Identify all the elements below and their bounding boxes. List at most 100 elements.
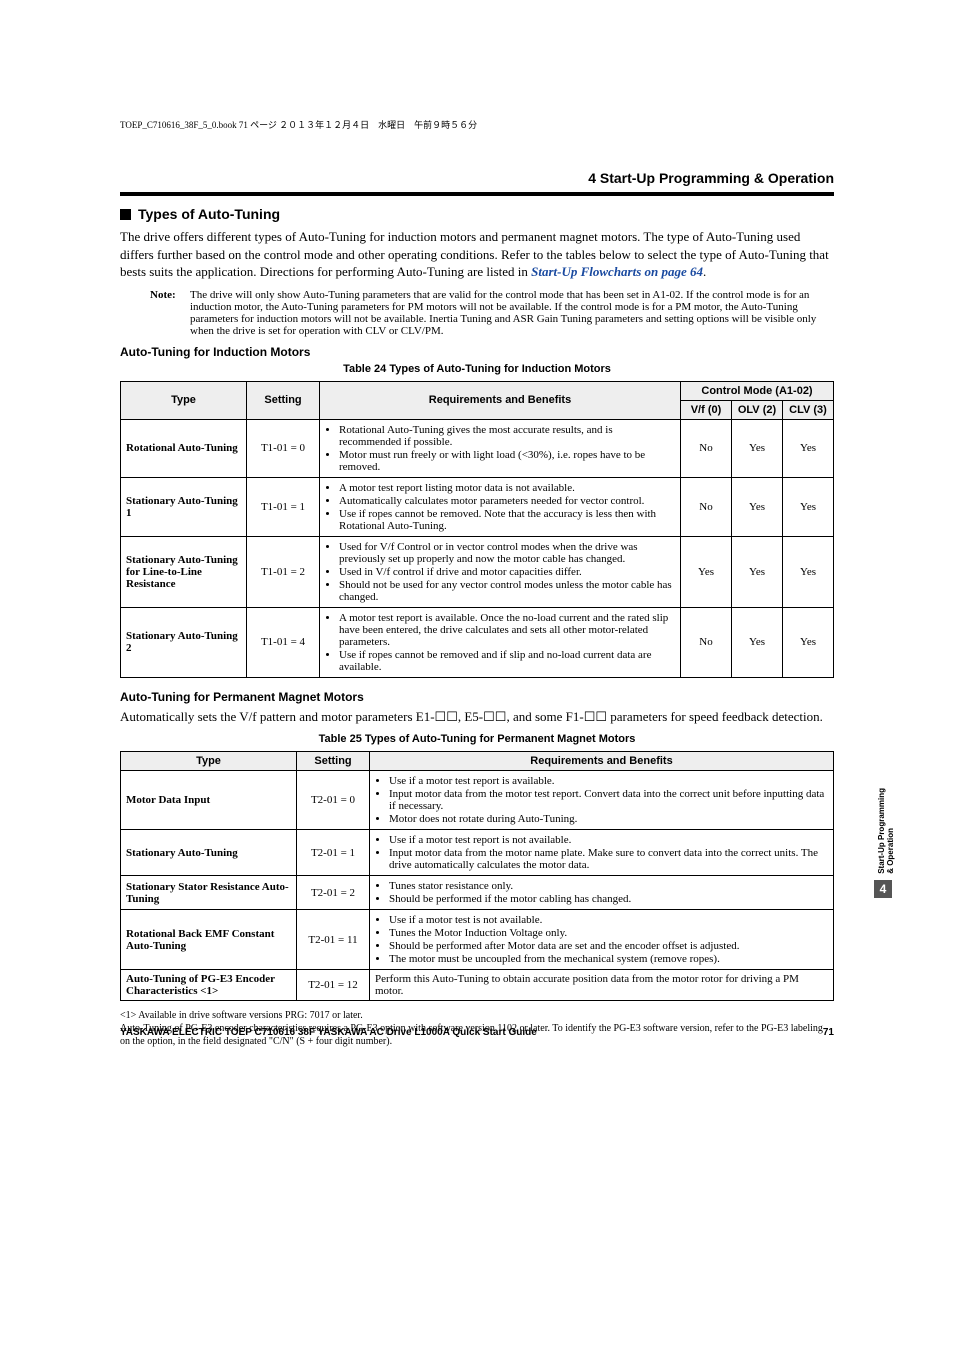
- col-type: Type: [121, 381, 247, 419]
- cell-setting: T2-01 = 12: [297, 970, 370, 1001]
- cell-type: Stationary Auto-Tuning 1: [121, 477, 247, 536]
- cell-setting: T1-01 = 4: [247, 607, 320, 677]
- col-olv: OLV (2): [732, 400, 783, 419]
- induction-heading: Auto-Tuning for Induction Motors: [120, 345, 834, 359]
- list-item: The motor must be uncoupled from the mec…: [389, 953, 828, 965]
- section-header: 4 Start-Up Programming & Operation: [120, 170, 834, 192]
- cell-requirements: Use if a motor test report is not availa…: [370, 830, 834, 876]
- list-item: Use if ropes cannot be removed. Note tha…: [339, 508, 675, 532]
- footer-left-text: YASKAWA ELECTRIC TOEP C710616 38F YASKAW…: [120, 1027, 537, 1038]
- col-vf: V/f (0): [681, 400, 732, 419]
- list-item: Should not be used for any vector contro…: [339, 579, 675, 603]
- cell-clv: Yes: [783, 419, 834, 477]
- list-item: Use if a motor test report is not availa…: [389, 834, 828, 846]
- cell-requirements: Rotational Auto-Tuning gives the most ac…: [320, 419, 681, 477]
- list-item: Use if a motor test report is available.: [389, 775, 828, 787]
- cell-setting: T2-01 = 2: [297, 876, 370, 910]
- list-item: Tunes stator resistance only.: [389, 880, 828, 892]
- cell-setting: T1-01 = 1: [247, 477, 320, 536]
- cell-setting: T1-01 = 2: [247, 536, 320, 607]
- cell-vf: No: [681, 419, 732, 477]
- col-control-mode: Control Mode (A1-02): [681, 381, 834, 400]
- cell-vf: Yes: [681, 536, 732, 607]
- cell-vf: No: [681, 607, 732, 677]
- note-row: Note: The drive will only show Auto-Tuni…: [150, 289, 834, 337]
- header-rule: [120, 192, 834, 196]
- cell-type: Stationary Auto-Tuning: [121, 830, 297, 876]
- startup-flowcharts-link[interactable]: Start-Up Flowcharts on page 64: [531, 264, 703, 279]
- cell-type: Auto-Tuning of PG-E3 Encoder Characteris…: [121, 970, 297, 1001]
- sidebar-label: Start-Up Programming& Operation: [878, 788, 896, 874]
- table-row: Stationary Auto-Tuning for Line-to-Line …: [121, 536, 834, 607]
- list-item: Used for V/f Control or in vector contro…: [339, 541, 675, 565]
- cell-clv: Yes: [783, 536, 834, 607]
- list-item: Input motor data from the motor test rep…: [389, 788, 828, 812]
- cell-olv: Yes: [732, 536, 783, 607]
- list-item: Motor does not rotate during Auto-Tuning…: [389, 813, 828, 825]
- list-item: A motor test report listing motor data i…: [339, 482, 675, 494]
- list-item: Should be performed after Motor data are…: [389, 940, 828, 952]
- cell-type: Stationary Stator Resistance Auto-Tuning: [121, 876, 297, 910]
- list-item: Should be performed if the motor cabling…: [389, 893, 828, 905]
- list-item: Motor must run freely or with light load…: [339, 449, 675, 473]
- cell-requirements: A motor test report listing motor data i…: [320, 477, 681, 536]
- table-row: Stationary Auto-Tuning 2T1-01 = 4 A motor…: [121, 607, 834, 677]
- col-setting: Setting: [247, 381, 320, 419]
- cell-requirements: Used for V/f Control or in vector contro…: [320, 536, 681, 607]
- book-header-line: TOEP_C710616_38F_5_0.book 71 ページ ２０１３年１２…: [120, 118, 477, 131]
- pm-table: Type Setting Requirements and Benefits M…: [120, 751, 834, 1001]
- page-footer: YASKAWA ELECTRIC TOEP C710616 38F YASKAW…: [120, 1027, 834, 1038]
- cell-requirements: A motor test report is available. Once t…: [320, 607, 681, 677]
- table-row: Rotational Back EMF Constant Auto-Tuning…: [121, 910, 834, 970]
- cell-olv: Yes: [732, 477, 783, 536]
- footer-left: YASKAWA ELECTRIC TOEP C710616 38F YASKAW…: [120, 1027, 537, 1038]
- list-item: Use if a motor test is not available.: [389, 914, 828, 926]
- cell-clv: Yes: [783, 607, 834, 677]
- types-subtitle-row: Types of Auto-Tuning: [120, 206, 834, 222]
- list-item: Automatically calculates motor parameter…: [339, 495, 675, 507]
- cell-setting: T2-01 = 1: [297, 830, 370, 876]
- cell-type: Motor Data Input: [121, 771, 297, 830]
- list-item: Use if ropes cannot be removed and if sl…: [339, 649, 675, 673]
- cell-requirements: Use if a motor test is not available.Tun…: [370, 910, 834, 970]
- cell-requirements: Perform this Auto-Tuning to obtain accur…: [370, 970, 834, 1001]
- list-item: A motor test report is available. Once t…: [339, 612, 675, 648]
- square-bullet-icon: [120, 209, 131, 220]
- table-row: Auto-Tuning of PG-E3 Encoder Characteris…: [121, 970, 834, 1001]
- col-clv: CLV (3): [783, 400, 834, 419]
- cell-vf: No: [681, 477, 732, 536]
- list-item: Tunes the Motor Induction Voltage only.: [389, 927, 828, 939]
- note-text: The drive will only show Auto-Tuning par…: [190, 289, 834, 337]
- induction-table: Type Setting Requirements and Benefits C…: [120, 381, 834, 678]
- cell-olv: Yes: [732, 607, 783, 677]
- table-row: Stationary Auto-Tuning 1T1-01 = 1 A motor…: [121, 477, 834, 536]
- pm-heading: Auto-Tuning for Permanent Magnet Motors: [120, 690, 834, 704]
- chapter-tab: 4: [874, 880, 892, 898]
- cell-type: Rotational Back EMF Constant Auto-Tuning: [121, 910, 297, 970]
- pm-col-type: Type: [121, 752, 297, 771]
- list-item: Used in V/f control if drive and motor c…: [339, 566, 675, 578]
- list-item: Input motor data from the motor name pla…: [389, 847, 828, 871]
- cell-setting: T2-01 = 11: [297, 910, 370, 970]
- note-label: Note:: [150, 289, 190, 337]
- pm-intro: Automatically sets the V/f pattern and m…: [120, 708, 834, 726]
- cell-requirements: Use if a motor test report is available.…: [370, 771, 834, 830]
- pm-col-setting: Setting: [297, 752, 370, 771]
- cell-clv: Yes: [783, 477, 834, 536]
- cell-setting: T1-01 = 0: [247, 419, 320, 477]
- table-row: Rotational Auto-TuningT1-01 = 0Rotationa…: [121, 419, 834, 477]
- col-requirements: Requirements and Benefits: [320, 381, 681, 419]
- table24-caption: Table 24 Types of Auto-Tuning for Induct…: [120, 363, 834, 375]
- pm-col-requirements: Requirements and Benefits: [370, 752, 834, 771]
- cell-type: Rotational Auto-Tuning: [121, 419, 247, 477]
- table-row: Stationary Auto-TuningT2-01 = 1 Use if a …: [121, 830, 834, 876]
- table-row: Stationary Stator Resistance Auto-Tuning…: [121, 876, 834, 910]
- table-row: Motor Data InputT2-01 = 0Use if a motor …: [121, 771, 834, 830]
- types-intro-text: The drive offers different types of Auto…: [120, 229, 829, 279]
- types-intro-paragraph: The drive offers different types of Auto…: [120, 228, 834, 281]
- types-intro-end: .: [703, 264, 706, 279]
- cell-requirements: Tunes stator resistance only.Should be p…: [370, 876, 834, 910]
- cell-type: Stationary Auto-Tuning for Line-to-Line …: [121, 536, 247, 607]
- table25-caption: Table 25 Types of Auto-Tuning for Perman…: [120, 733, 834, 745]
- cell-type: Stationary Auto-Tuning 2: [121, 607, 247, 677]
